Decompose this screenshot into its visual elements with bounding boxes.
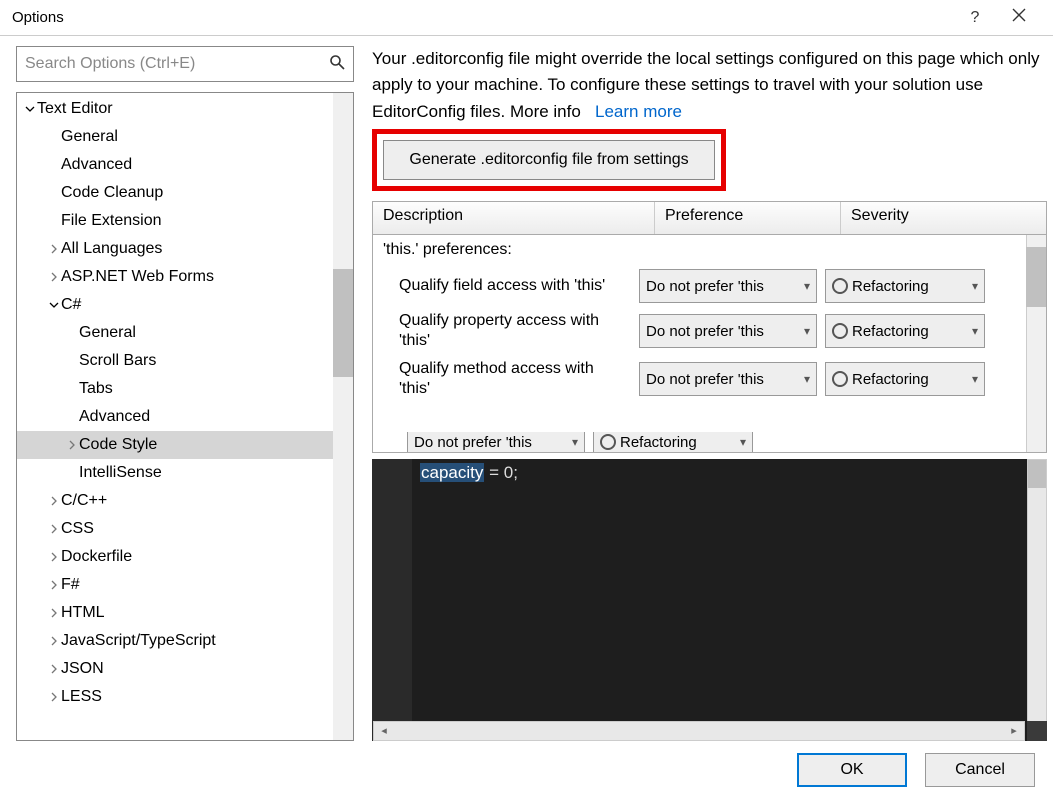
scroll-left-icon[interactable]: ◂ [374, 722, 394, 740]
search-box[interactable] [16, 46, 354, 82]
chevron-down-icon: ▾ [972, 279, 978, 293]
col-description[interactable]: Description [373, 202, 655, 234]
intro-text: Your .editorconfig file might override t… [372, 46, 1047, 125]
tree-cpp[interactable]: C/C++ [17, 487, 333, 515]
tree-fsharp[interactable]: F# [17, 571, 333, 599]
preference-dropdown[interactable]: Do not prefer 'this▾ [639, 362, 817, 396]
chevron-down-icon: ▾ [804, 372, 810, 386]
table-row: Qualify field access with 'this' Do not p… [373, 265, 1046, 307]
window-title: Options [12, 9, 953, 26]
tree-html[interactable]: HTML [17, 599, 333, 627]
severity-dropdown[interactable]: Refactoring▾ [825, 314, 985, 348]
cancel-button[interactable]: Cancel [925, 753, 1035, 787]
tree-aspnet[interactable]: ASP.NET Web Forms [17, 263, 333, 291]
chevron-down-icon: ▾ [572, 435, 578, 449]
tree-text-editor[interactable]: Text Editor [17, 95, 333, 123]
tree-scrollbar[interactable] [333, 93, 353, 740]
generate-highlight: Generate .editorconfig file from setting… [372, 129, 726, 191]
severity-circle-icon [832, 371, 848, 387]
grid-header: Description Preference Severity [372, 201, 1047, 235]
group-this-preferences: 'this.' preferences: [373, 235, 1046, 265]
grid-scrollbar[interactable] [1026, 235, 1046, 452]
search-input[interactable] [17, 55, 321, 73]
tree-less[interactable]: LESS [17, 683, 333, 711]
code-corner [1027, 721, 1047, 741]
scroll-right-icon[interactable]: ▸ [1004, 722, 1024, 740]
severity-dropdown[interactable]: Refactoring▾ [825, 269, 985, 303]
title-bar: Options ? [0, 0, 1053, 36]
learn-more-link[interactable]: Learn more [595, 102, 682, 121]
preference-dropdown[interactable]: Do not prefer 'this▾ [639, 269, 817, 303]
rule-description: Qualify method access with 'this' [399, 359, 631, 399]
tree-file-extension[interactable]: File Extension [17, 207, 333, 235]
tree-css[interactable]: CSS [17, 515, 333, 543]
generate-editorconfig-button[interactable]: Generate .editorconfig file from setting… [383, 140, 715, 180]
grid-body: 'this.' preferences: Qualify field acces… [372, 235, 1047, 453]
severity-dropdown[interactable]: Refactoring▾ [593, 432, 753, 452]
tree-cs-codestyle[interactable]: Code Style [17, 431, 333, 459]
severity-circle-icon [600, 434, 616, 450]
table-row: Qualify property access with 'this'Do no… [373, 307, 1046, 355]
right-pane: Your .editorconfig file might override t… [372, 46, 1047, 741]
rule-description: Qualify property access with 'this' [399, 311, 631, 351]
dialog-footer: OK Cancel [16, 741, 1047, 789]
chevron-down-icon: ▾ [972, 372, 978, 386]
tree-csharp[interactable]: C# [17, 291, 333, 319]
tree-general[interactable]: General [17, 123, 333, 151]
help-icon[interactable]: ? [953, 9, 997, 27]
table-row: Do not prefer 'this▾ Refactoring▾ [399, 432, 1024, 452]
tree-cs-intellisense[interactable]: IntelliSense [17, 459, 333, 487]
preference-dropdown[interactable]: Do not prefer 'this▾ [407, 432, 585, 452]
severity-dropdown[interactable]: Refactoring▾ [825, 362, 985, 396]
table-row: Qualify method access with 'this'Do not … [373, 355, 1046, 403]
close-icon[interactable] [997, 8, 1041, 27]
tree-panel: Text Editor General Advanced Code Cleanu… [16, 92, 354, 741]
tree-jsts[interactable]: JavaScript/TypeScript [17, 627, 333, 655]
tree-advanced[interactable]: Advanced [17, 151, 333, 179]
tree-cs-tabs[interactable]: Tabs [17, 375, 333, 403]
tree-cs-general[interactable]: General [17, 319, 333, 347]
code-vertical-scrollbar[interactable] [1027, 459, 1047, 741]
col-preference[interactable]: Preference [655, 202, 841, 234]
code-body: capacity = 0; [412, 459, 1027, 741]
chevron-down-icon: ▾ [972, 324, 978, 338]
left-pane: Text Editor General Advanced Code Cleanu… [16, 46, 354, 741]
tree-cs-advanced[interactable]: Advanced [17, 403, 333, 431]
search-icon[interactable] [321, 54, 353, 75]
code-rest: = 0; [484, 463, 518, 482]
tree-json[interactable]: JSON [17, 655, 333, 683]
severity-circle-icon [832, 323, 848, 339]
tree-scroll-thumb[interactable] [333, 269, 353, 377]
rule-description: Qualify field access with 'this' [399, 276, 631, 296]
chevron-down-icon: ▾ [804, 279, 810, 293]
options-tree[interactable]: Text Editor General Advanced Code Cleanu… [17, 93, 333, 740]
code-vscroll-thumb[interactable] [1028, 460, 1046, 488]
tree-dockerfile[interactable]: Dockerfile [17, 543, 333, 571]
chevron-down-icon: ▾ [740, 435, 746, 449]
severity-circle-icon [832, 278, 848, 294]
ok-button[interactable]: OK [797, 753, 907, 787]
tree-all-languages[interactable]: All Languages [17, 235, 333, 263]
chevron-down-icon: ▾ [804, 324, 810, 338]
tree-cs-scrollbars[interactable]: Scroll Bars [17, 347, 333, 375]
tree-code-cleanup[interactable]: Code Cleanup [17, 179, 333, 207]
code-gutter [372, 459, 412, 741]
grid-scroll-thumb[interactable] [1026, 247, 1046, 307]
code-token: capacity [420, 463, 484, 482]
preference-dropdown[interactable]: Do not prefer 'this▾ [639, 314, 817, 348]
code-preview: capacity = 0; ◂ ▸ [372, 459, 1047, 741]
code-horizontal-scrollbar[interactable]: ◂ ▸ [373, 721, 1025, 741]
col-severity[interactable]: Severity [841, 202, 1046, 234]
rules-grid: Description Preference Severity 'this.' … [372, 201, 1047, 453]
